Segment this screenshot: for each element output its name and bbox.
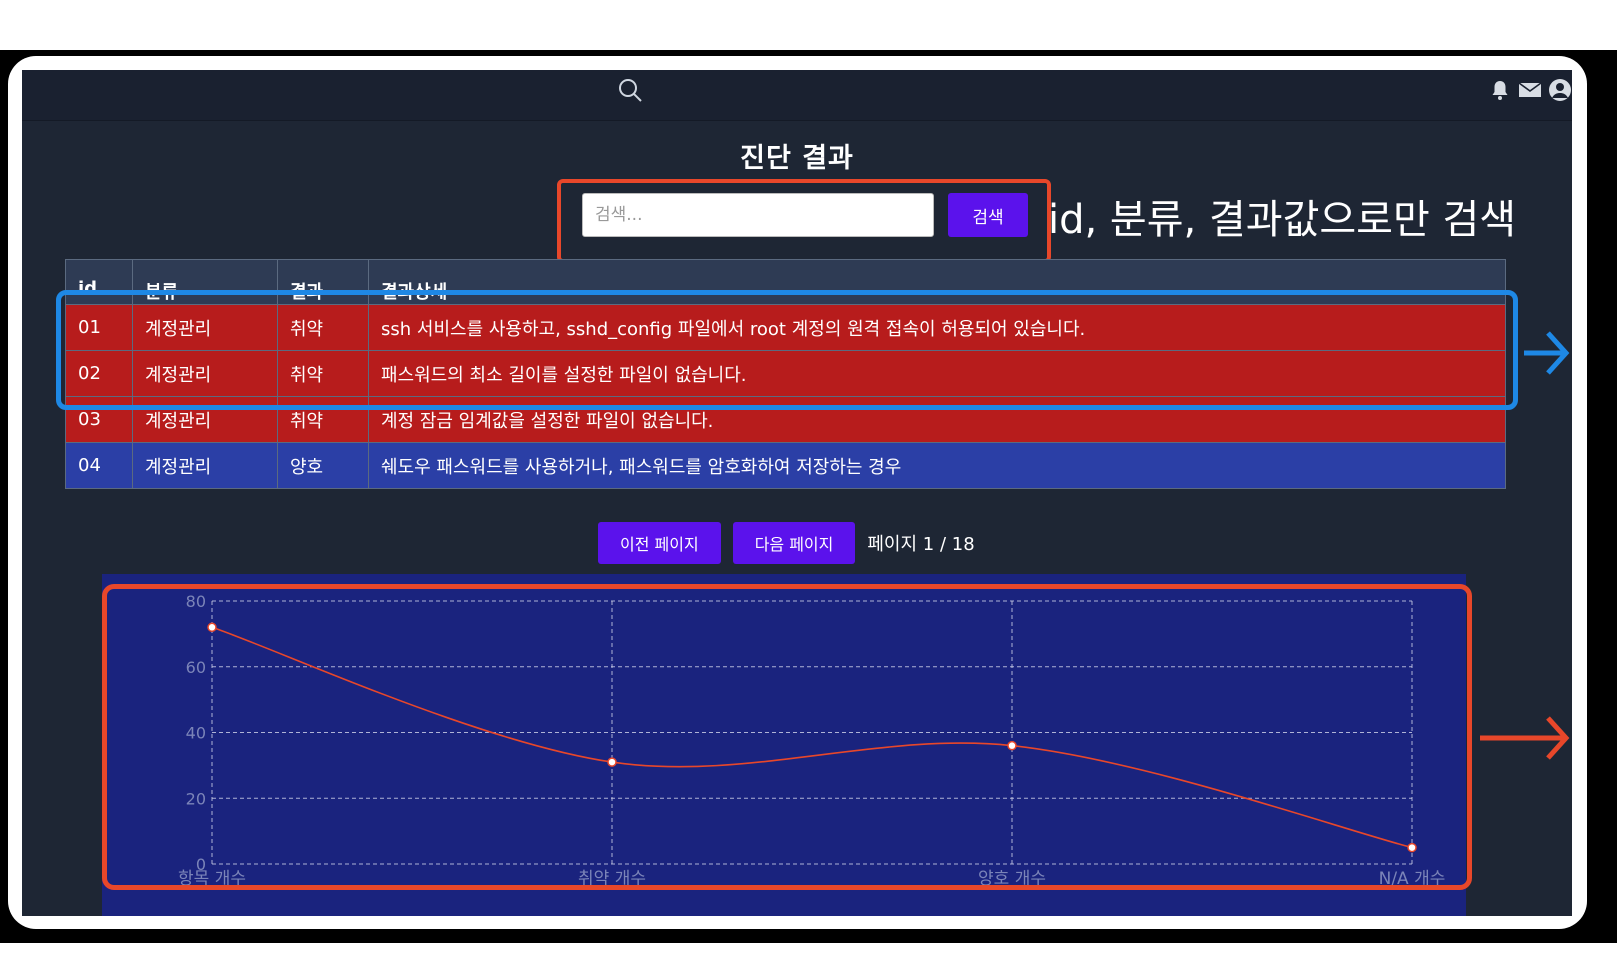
cell-detail: 쉐도우 패스워드를 사용하거나, 패스워드를 암호화하여 저장하는 경우 [368, 442, 1506, 489]
search-icon[interactable] [616, 76, 644, 104]
arrow-right-icon [1524, 331, 1570, 375]
mail-icon[interactable] [1518, 78, 1542, 102]
rows-highlight-box [56, 290, 1518, 410]
cell-category: 계정관리 [132, 442, 278, 489]
page-title: 진단 결과 [740, 143, 854, 174]
cell-result: 양호 [277, 442, 369, 489]
prev-page-button[interactable]: 이전 페이지 [598, 522, 721, 564]
table-row[interactable]: 04 계정관리 양호 쉐도우 패스워드를 사용하거나, 패스워드를 암호화하여 … [65, 442, 1506, 489]
arrow-right-icon [1480, 716, 1570, 760]
user-icon[interactable] [1548, 78, 1572, 102]
search-input[interactable] [582, 193, 934, 237]
cell-id: 04 [65, 442, 133, 489]
chart-highlight-box [102, 584, 1472, 890]
pagination: 이전 페이지 다음 페이지 페이지 1 / 18 [598, 522, 975, 564]
bell-icon[interactable] [1488, 78, 1512, 102]
next-page-button[interactable]: 다음 페이지 [732, 522, 856, 564]
page-indicator: 페이지 1 / 18 [867, 534, 975, 555]
search-annotation: id, 분류, 결과값으로만 검색 [1048, 197, 1517, 243]
search-button[interactable]: 검색 [948, 193, 1028, 237]
top-icons [1488, 78, 1572, 102]
top-bar [22, 70, 1572, 121]
